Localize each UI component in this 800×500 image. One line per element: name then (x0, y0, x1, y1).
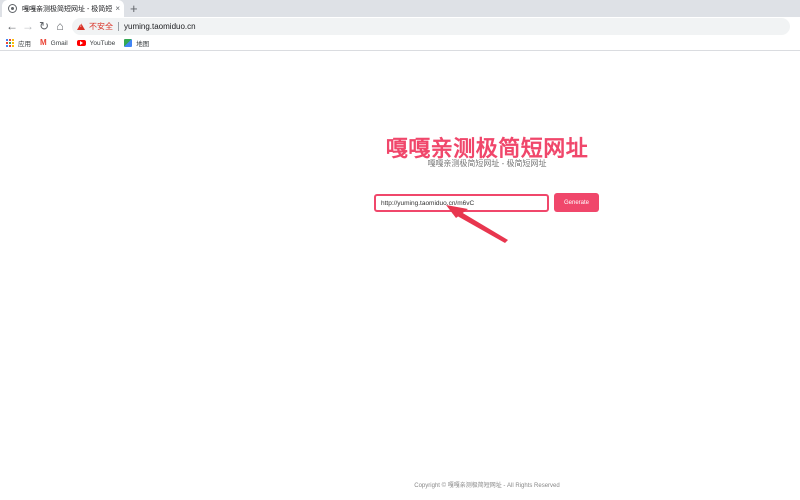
footer-copyright: Copyright © 嘎嘎亲测极简短网址 - All Rights Reser… (414, 483, 560, 489)
annotation-arrow (446, 205, 508, 243)
